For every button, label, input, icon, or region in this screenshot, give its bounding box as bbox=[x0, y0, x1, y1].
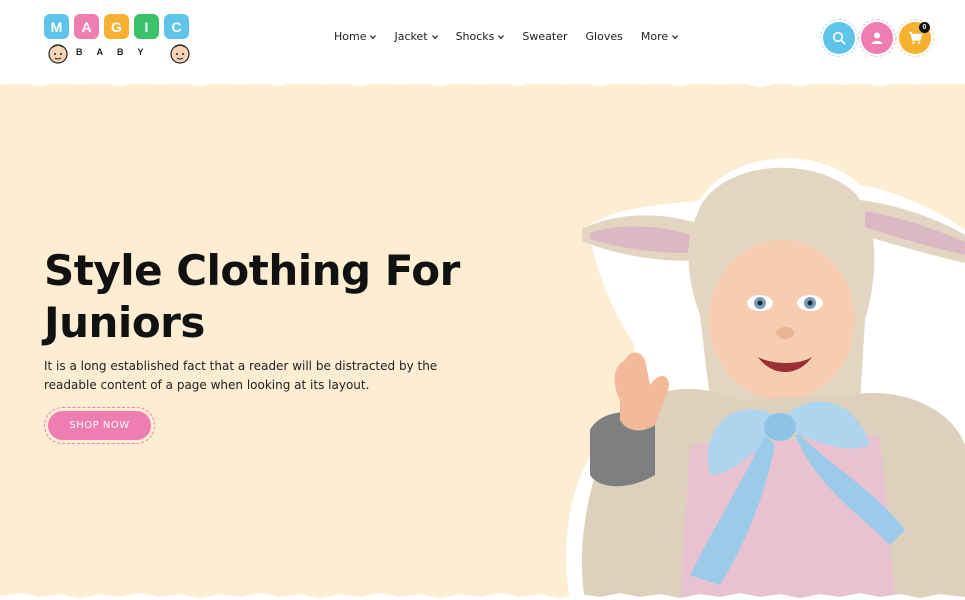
hero-title-line: Juniors bbox=[44, 298, 205, 347]
brand-logo[interactable]: M A G I C B A B Y bbox=[44, 14, 194, 66]
nav-item-label: More bbox=[640, 30, 669, 43]
logo-letter-tiles: M A G I C bbox=[44, 14, 189, 39]
logo-letter-tile: I bbox=[134, 14, 159, 39]
nav-item-label: Gloves bbox=[585, 30, 623, 43]
chevron-down-icon bbox=[672, 34, 679, 39]
hero-description: It is a long established fact that a rea… bbox=[44, 357, 444, 395]
hero-title: Style Clothing For Juniors bbox=[44, 245, 504, 349]
logo-subtitle: B A B Y bbox=[76, 47, 146, 57]
page: M A G I C B A B Y Home Jacket Shocks Swe… bbox=[0, 0, 965, 600]
chevron-down-icon bbox=[431, 34, 438, 39]
site-header: M A G I C B A B Y Home Jacket Shocks Swe… bbox=[0, 0, 965, 84]
nav-item-sweater[interactable]: Sweater bbox=[522, 30, 567, 43]
hero-description-line: readable content of a page when looking … bbox=[44, 378, 370, 392]
nav-item-label: Shocks bbox=[455, 30, 495, 43]
nav-item-label: Sweater bbox=[522, 30, 568, 43]
hero-description-line: It is a long established fact that a rea… bbox=[44, 359, 438, 373]
main-nav: Home Jacket Shocks Sweater Gloves More bbox=[334, 30, 696, 43]
chevron-down-icon bbox=[370, 34, 377, 39]
search-icon bbox=[832, 31, 846, 45]
nav-item-label: Home bbox=[334, 30, 367, 43]
cart-count-badge: 0 bbox=[919, 22, 930, 33]
shop-now-button[interactable]: SHOP NOW bbox=[48, 411, 151, 440]
hero-baby-image bbox=[566, 158, 965, 600]
logo-letter-tile: G bbox=[104, 14, 129, 39]
account-button[interactable] bbox=[858, 19, 896, 57]
nav-item-more[interactable]: More bbox=[640, 30, 679, 43]
logo-letter-tile: A bbox=[74, 14, 99, 39]
baby-face-icon bbox=[170, 44, 190, 64]
logo-sub-letter: B bbox=[117, 47, 126, 57]
baby-face-icon bbox=[48, 44, 68, 64]
logo-sub-letter: Y bbox=[137, 47, 146, 57]
logo-letter-tile: C bbox=[164, 14, 189, 39]
nav-item-home[interactable]: Home bbox=[334, 30, 377, 43]
nav-item-gloves[interactable]: Gloves bbox=[586, 30, 623, 43]
logo-sub-letter: B bbox=[76, 47, 85, 57]
nav-item-shocks[interactable]: Shocks bbox=[456, 30, 505, 43]
cart-icon bbox=[908, 31, 922, 44]
nav-item-label: Jacket bbox=[394, 30, 428, 43]
logo-sub-letter: A bbox=[96, 47, 105, 57]
user-icon bbox=[871, 32, 883, 44]
search-button[interactable] bbox=[820, 19, 858, 57]
torn-edge-bottom bbox=[0, 593, 965, 600]
hero-title-line: Style Clothing For bbox=[44, 246, 460, 295]
logo-letter-tile: M bbox=[44, 14, 69, 39]
nav-item-jacket[interactable]: Jacket bbox=[394, 30, 438, 43]
chevron-down-icon bbox=[498, 34, 505, 39]
